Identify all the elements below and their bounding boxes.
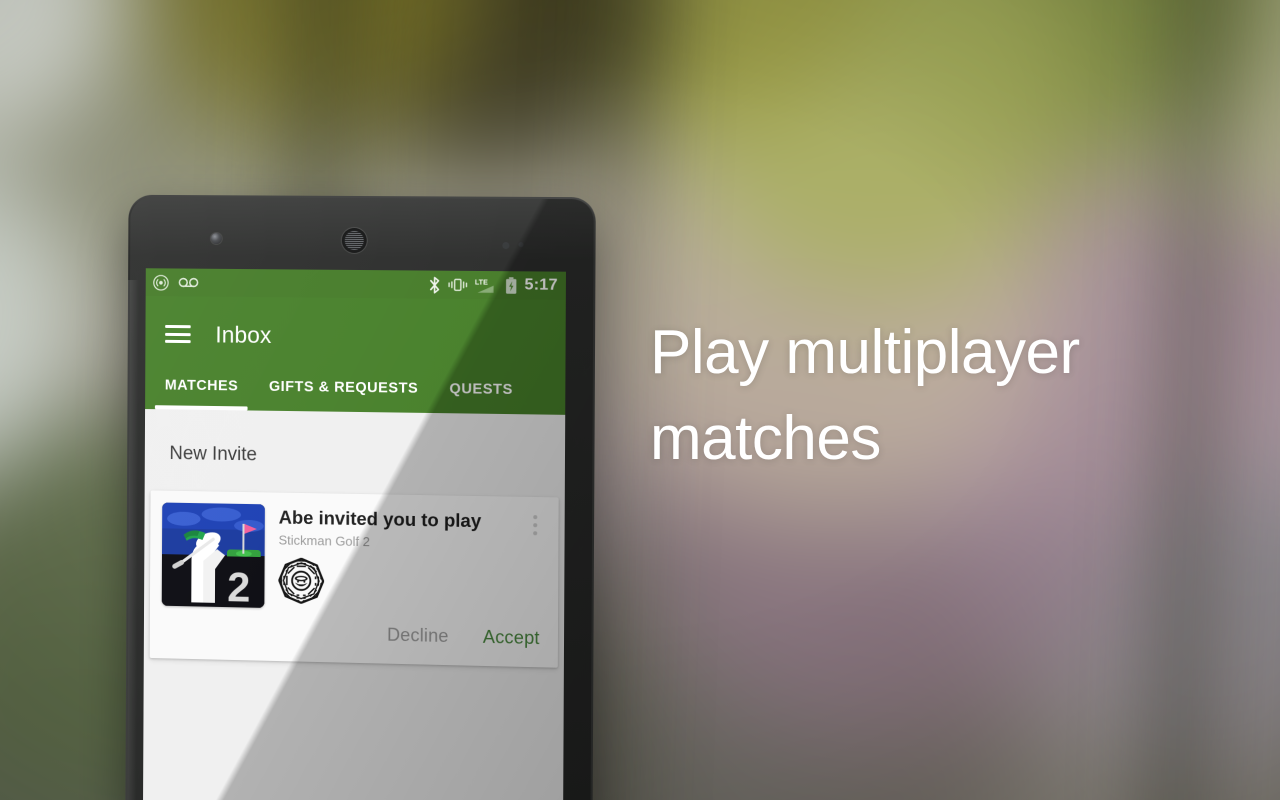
cast-icon — [153, 274, 170, 291]
phone-left-edge-sheen — [125, 279, 144, 800]
tab-quests-label: QUESTS — [449, 381, 513, 399]
tab-gifts-and-requests-label: GIFTS & REQUESTS — [268, 378, 419, 397]
vibrate-icon — [448, 277, 468, 293]
status-bar-clock: 5:17 — [524, 276, 558, 294]
tab-gifts-and-requests[interactable]: GIFTS & REQUESTS — [268, 378, 419, 413]
decline-button[interactable]: Decline — [387, 625, 449, 647]
tab-bar: MATCHES GIFTS & REQUESTS QUESTS — [145, 357, 565, 414]
phone-top-bezel — [128, 195, 596, 276]
accept-button[interactable]: Accept — [483, 627, 540, 649]
phone-screen: LTE 5:17 Inbox MATCHES GIFTS & REQUESTS … — [142, 268, 566, 800]
invite-card-body: Abe invited you to play Stickman Golf 2 — [264, 504, 524, 613]
status-bar-right-icons: LTE 5:17 — [429, 276, 558, 295]
page-title: Inbox — [215, 321, 272, 348]
invite-card[interactable]: 2 Abe invited you to play Stickman Golf … — [149, 490, 559, 668]
tab-quests[interactable]: QUESTS — [449, 381, 513, 414]
section-title-new-invite: New Invite — [169, 443, 257, 466]
stickman-golf-2-icon: 2 — [161, 502, 265, 608]
light-sensor-icon — [518, 242, 524, 248]
invite-card-top: 2 Abe invited you to play Stickman Golf … — [161, 502, 547, 615]
svg-text:2: 2 — [227, 563, 250, 608]
proximity-sensor-icon — [502, 242, 510, 250]
battery-charging-icon — [506, 276, 517, 294]
svg-text:LTE: LTE — [475, 279, 488, 286]
status-bar: LTE 5:17 — [145, 268, 566, 300]
phone-device: LTE 5:17 Inbox MATCHES GIFTS & REQUESTS … — [125, 194, 596, 800]
invite-card-actions: Decline Accept — [161, 606, 545, 668]
bluetooth-icon — [429, 276, 441, 293]
inbox-content: New Invite 2 Abe invited you to play Sti… — [142, 409, 566, 800]
voicemail-icon — [178, 275, 199, 289]
lte-signal-icon: LTE — [475, 279, 494, 293]
app-bar-row: Inbox — [145, 310, 565, 363]
tab-matches[interactable]: MATCHES — [164, 377, 239, 411]
front-camera-icon — [210, 232, 222, 245]
bagua-emblem-avatar — [278, 557, 324, 604]
invite-game-name: Stickman Golf 2 — [278, 532, 370, 550]
promo-screenshot: LTE 5:17 Inbox MATCHES GIFTS & REQUESTS … — [0, 0, 1280, 800]
app-bar: Inbox MATCHES GIFTS & REQUESTS QUESTS — [145, 296, 566, 415]
status-bar-left-icons — [153, 274, 199, 291]
tab-matches-label: MATCHES — [164, 377, 239, 395]
invite-title: Abe invited you to play — [278, 506, 482, 532]
hamburger-menu-icon[interactable] — [165, 324, 191, 344]
overflow-menu-icon[interactable] — [524, 509, 546, 536]
promo-headline: Play multiplayer matches — [650, 318, 1080, 473]
earpiece-speaker-icon — [341, 227, 367, 254]
